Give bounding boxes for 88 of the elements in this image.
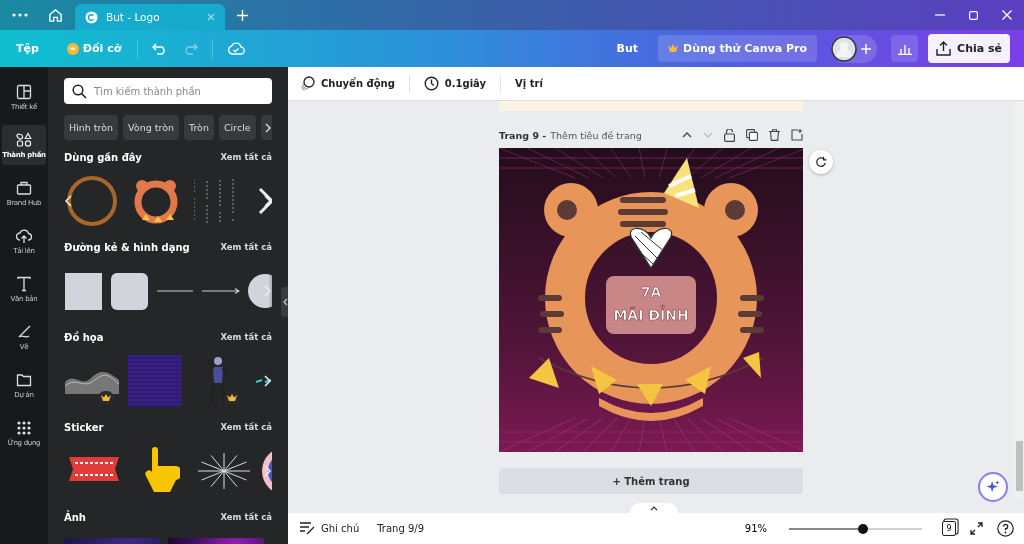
share-button[interactable]: Chia sẻ (928, 34, 1010, 63)
filter-chip[interactable]: Tròn (184, 115, 214, 140)
see-all-link[interactable]: Xem tất cả (220, 422, 272, 432)
more-icon[interactable] (12, 13, 28, 17)
section-title: Ảnh (64, 511, 86, 523)
next-chip-button[interactable] (260, 115, 272, 140)
plus-icon (861, 43, 872, 54)
filter-chip[interactable]: Hình tròn (64, 115, 119, 140)
search-icon (72, 83, 87, 99)
cloud-upload-icon (16, 227, 32, 244)
upload-icon (936, 41, 952, 56)
duplicate-icon[interactable] (746, 129, 758, 141)
grid-pattern-drawing (128, 355, 182, 407)
zoom-percentage[interactable]: 91% (744, 523, 767, 534)
element-thumbnail[interactable] (64, 175, 120, 227)
design-name[interactable]: But (616, 42, 638, 55)
chevron-up-icon[interactable] (682, 132, 692, 138)
collaborators-button[interactable] (831, 34, 878, 63)
design-text: MÃI ĐỈNH (613, 307, 689, 323)
layout-icon (16, 83, 32, 100)
chevron-left-icon[interactable] (64, 195, 72, 207)
section-title: Đường kẻ & hình dạng (64, 241, 190, 253)
folder-icon (16, 371, 32, 388)
search-field[interactable]: Tìm kiếm thành phần (64, 78, 272, 104)
notes-button[interactable]: Ghi chú (298, 519, 362, 538)
page-title-field[interactable]: Thêm tiêu đề trang (550, 129, 642, 141)
see-all-link[interactable]: Xem tất cả (220, 332, 272, 342)
bar-chart-icon (897, 42, 912, 55)
see-all-link[interactable]: Xem tất cả (220, 242, 272, 252)
chevron-up-icon (650, 506, 658, 511)
rotate-icon (815, 155, 827, 169)
see-all-link[interactable]: Xem tất cả (220, 152, 272, 162)
crown-icon (66, 42, 79, 55)
grid-icon (16, 419, 32, 436)
text-icon (16, 275, 32, 292)
chevron-right-icon[interactable] (264, 375, 272, 387)
design-text: 7A (640, 284, 662, 300)
tiger-frame-drawing[interactable] (529, 158, 764, 421)
animation-icon (300, 76, 315, 91)
clock-icon (423, 76, 439, 91)
circle-shape (248, 274, 272, 308)
shapes-icon (16, 131, 32, 148)
slider-thumb[interactable] (858, 523, 869, 534)
square-shape (110, 272, 148, 310)
line-shape (157, 290, 193, 292)
page-count-button[interactable]: Trang 9/9 (375, 520, 427, 537)
animate-button[interactable]: Chuyển động (298, 72, 397, 95)
add-page-button[interactable]: + Thêm trang (499, 468, 803, 494)
duration-button[interactable]: 0.1giây (421, 72, 489, 95)
insights-button[interactable] (891, 35, 919, 62)
notes-icon (300, 522, 315, 535)
lock-icon[interactable] (724, 128, 735, 142)
chevron-right-icon[interactable] (264, 195, 272, 207)
magic-button[interactable] (978, 472, 1008, 502)
logo-icon (85, 10, 98, 24)
crown-icon (224, 391, 240, 405)
new-tab-icon[interactable] (237, 9, 248, 21)
page-grid-button[interactable]: 9 (942, 521, 956, 536)
section-title: Dùng gần đây (64, 151, 142, 163)
scrollbar[interactable] (1015, 101, 1024, 499)
rotate-button[interactable] (809, 150, 833, 174)
section-title: Sticker (64, 421, 104, 433)
home-icon[interactable] (48, 7, 63, 23)
avatar-icon (831, 35, 858, 62)
cloud-icon[interactable] (227, 42, 246, 55)
page-number: Trang 9 - (499, 129, 547, 141)
see-all-link[interactable]: Xem tất cả (220, 512, 272, 522)
tab-title: But - Logo (106, 11, 160, 23)
fullscreen-icon[interactable] (970, 522, 983, 535)
filter-chip[interactable]: Circle (218, 115, 256, 140)
chevron-right-icon (264, 122, 271, 133)
position-button[interactable]: Vị trí (513, 74, 545, 93)
section-title: Đồ họa (64, 331, 104, 343)
add-page-icon[interactable] (791, 129, 803, 141)
ring-drawing (66, 175, 118, 227)
chevron-left-icon (282, 298, 288, 306)
trash-icon[interactable] (769, 129, 780, 141)
trial-button[interactable]: Dùng thử Canva Pro (658, 35, 818, 62)
square-shape (64, 272, 102, 310)
filter-chip[interactable]: Vòng tròn (123, 115, 179, 140)
briefcase-icon (16, 179, 32, 196)
element-thumbnail[interactable] (128, 355, 182, 407)
help-icon[interactable] (997, 520, 1014, 537)
pen-icon (16, 323, 32, 340)
maximize-icon[interactable] (969, 10, 978, 20)
crown-icon (668, 44, 678, 53)
starburst-drawing (197, 451, 251, 491)
arrow-shape (202, 288, 240, 294)
